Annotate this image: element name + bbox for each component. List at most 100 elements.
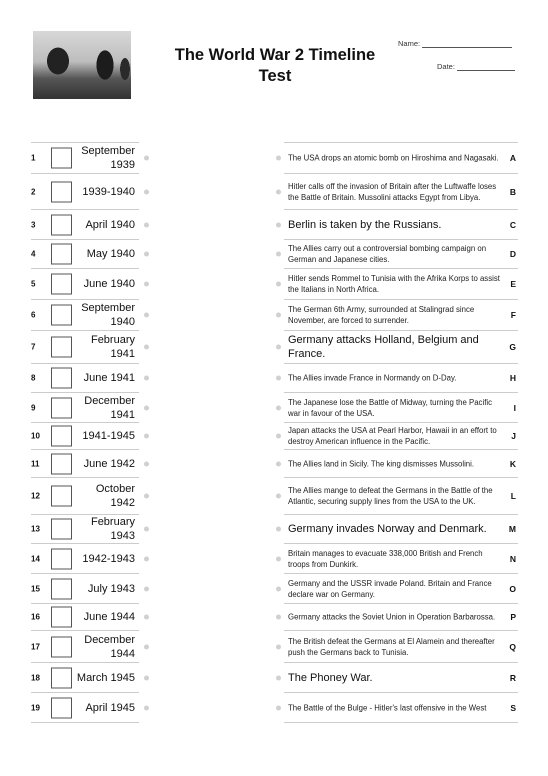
match-dot-left[interactable]	[144, 222, 149, 227]
match-dot-right[interactable]	[276, 375, 281, 381]
event-row: The Allies mange to defeat the Germans i…	[276, 477, 518, 514]
answer-box[interactable]	[51, 548, 72, 569]
answer-box[interactable]	[51, 336, 72, 358]
date-label: February 1943	[90, 516, 135, 542]
match-dot-right[interactable]	[276, 644, 281, 649]
event-description: The Allies land in Sicily. The king dism…	[288, 459, 475, 468]
event-letter: O	[509, 583, 516, 594]
match-dot-right[interactable]	[276, 312, 281, 318]
match-dot-right[interactable]	[276, 433, 281, 439]
answer-box[interactable]	[51, 304, 72, 326]
match-dot-right[interactable]	[276, 155, 281, 161]
event-row: The Allies carry out a controversial bom…	[276, 239, 518, 268]
date-field[interactable]: Date:	[437, 61, 515, 71]
match-dot-left[interactable]	[144, 189, 149, 194]
name-line[interactable]	[422, 38, 513, 48]
date-label: 1939-1940	[82, 185, 135, 198]
answer-box[interactable]	[51, 397, 72, 418]
match-dot-left[interactable]	[144, 281, 149, 287]
answer-box[interactable]	[51, 425, 72, 447]
match-dot-right[interactable]	[276, 493, 281, 499]
answer-box[interactable]	[51, 667, 72, 688]
answer-box[interactable]	[51, 636, 72, 657]
date-label: Date:	[437, 62, 455, 71]
event-description: Germany and the USSR invade Poland. Brit…	[288, 578, 492, 599]
match-dot-left[interactable]	[144, 586, 149, 591]
match-dot-right[interactable]	[276, 344, 281, 350]
answer-box[interactable]	[51, 578, 72, 599]
match-dot-right[interactable]	[276, 222, 281, 227]
match-dot-right[interactable]	[276, 586, 281, 591]
match-dot-right[interactable]	[276, 675, 281, 680]
match-dot-left[interactable]	[144, 556, 149, 561]
event-row: Hitler calls off the invasion of Britain…	[276, 173, 518, 209]
match-dot-right[interactable]	[276, 556, 281, 561]
soldiers-photo	[33, 31, 131, 99]
match-dot-left[interactable]	[144, 675, 149, 680]
answer-box[interactable]	[51, 485, 72, 507]
answer-box[interactable]	[51, 214, 72, 235]
event-row: Germany attacks Holland, Belgium and Fra…	[276, 330, 518, 363]
date-line[interactable]	[456, 61, 515, 71]
event-row: Germany and the USSR invade Poland. Brit…	[276, 573, 518, 603]
date-row: 2 1939-1940	[31, 173, 149, 209]
match-dot-right[interactable]	[276, 281, 281, 287]
match-dot-right[interactable]	[276, 251, 281, 257]
match-dot-left[interactable]	[144, 251, 149, 257]
match-dot-left[interactable]	[144, 375, 149, 381]
answer-box[interactable]	[51, 453, 72, 474]
match-dot-left[interactable]	[144, 705, 149, 710]
event-row: The British defeat the Germans at El Ala…	[276, 630, 518, 662]
event-letter: F	[510, 310, 516, 320]
date-label: October 1942	[95, 483, 135, 509]
match-dot-right[interactable]	[276, 705, 281, 710]
event-description: The Japanese lose the Battle of Midway, …	[288, 397, 492, 418]
match-dot-right[interactable]	[276, 405, 281, 410]
events-column: The USA drops an atomic bomb on Hiroshim…	[276, 142, 518, 723]
answer-box[interactable]	[51, 606, 72, 628]
event-description: The British defeat the Germans at El Ala…	[288, 636, 495, 657]
name-field[interactable]: Name:	[398, 38, 513, 48]
date-label: 1942-1943	[82, 552, 135, 565]
date-label: 1941-1945	[82, 430, 135, 442]
row-number: 10	[31, 431, 40, 441]
match-dot-left[interactable]	[144, 493, 149, 499]
match-dot-left[interactable]	[144, 155, 149, 161]
answer-box[interactable]	[51, 367, 72, 389]
answer-box[interactable]	[51, 181, 72, 202]
match-dot-right[interactable]	[276, 614, 281, 620]
match-dot-right[interactable]	[276, 461, 281, 466]
date-row: 1 September 1939	[31, 142, 149, 173]
answer-box[interactable]	[51, 243, 72, 265]
event-letter: B	[509, 186, 516, 197]
match-dot-left[interactable]	[144, 433, 149, 439]
answer-box[interactable]	[51, 697, 72, 718]
date-label: July 1943	[87, 582, 135, 595]
event-description: The German 6th Army, surrounded at Stali…	[288, 305, 475, 325]
answer-box[interactable]	[51, 518, 72, 540]
match-dot-left[interactable]	[144, 461, 149, 466]
date-label: May 1940	[86, 248, 135, 260]
event-description: The Allies carry out a controversial bom…	[288, 244, 487, 264]
event-description: The Phoney War.	[288, 671, 373, 684]
match-dot-left[interactable]	[144, 312, 149, 318]
match-dot-right[interactable]	[276, 526, 281, 532]
match-dot-right[interactable]	[276, 189, 281, 194]
date-row: 8 June 1941	[31, 363, 149, 392]
match-dot-left[interactable]	[144, 614, 149, 620]
event-row: The Allies invade France in Normandy on …	[276, 363, 518, 392]
date-row: 10 1941-1945	[31, 422, 149, 449]
date-row: 6 September 1940	[31, 299, 149, 330]
event-description: The Battle of the Bulge - Hitler's last …	[288, 703, 487, 712]
match-dot-left[interactable]	[144, 344, 149, 350]
match-dot-left[interactable]	[144, 405, 149, 410]
answer-box[interactable]	[51, 273, 72, 295]
match-dot-left[interactable]	[144, 644, 149, 649]
row-divider	[31, 722, 139, 723]
answer-box[interactable]	[51, 147, 72, 169]
event-description: Germany invades Norway and Denmark.	[288, 523, 487, 535]
row-number: 1	[31, 153, 36, 163]
match-dot-left[interactable]	[144, 526, 149, 532]
event-letter: A	[509, 153, 516, 163]
event-letter: R	[509, 672, 516, 683]
